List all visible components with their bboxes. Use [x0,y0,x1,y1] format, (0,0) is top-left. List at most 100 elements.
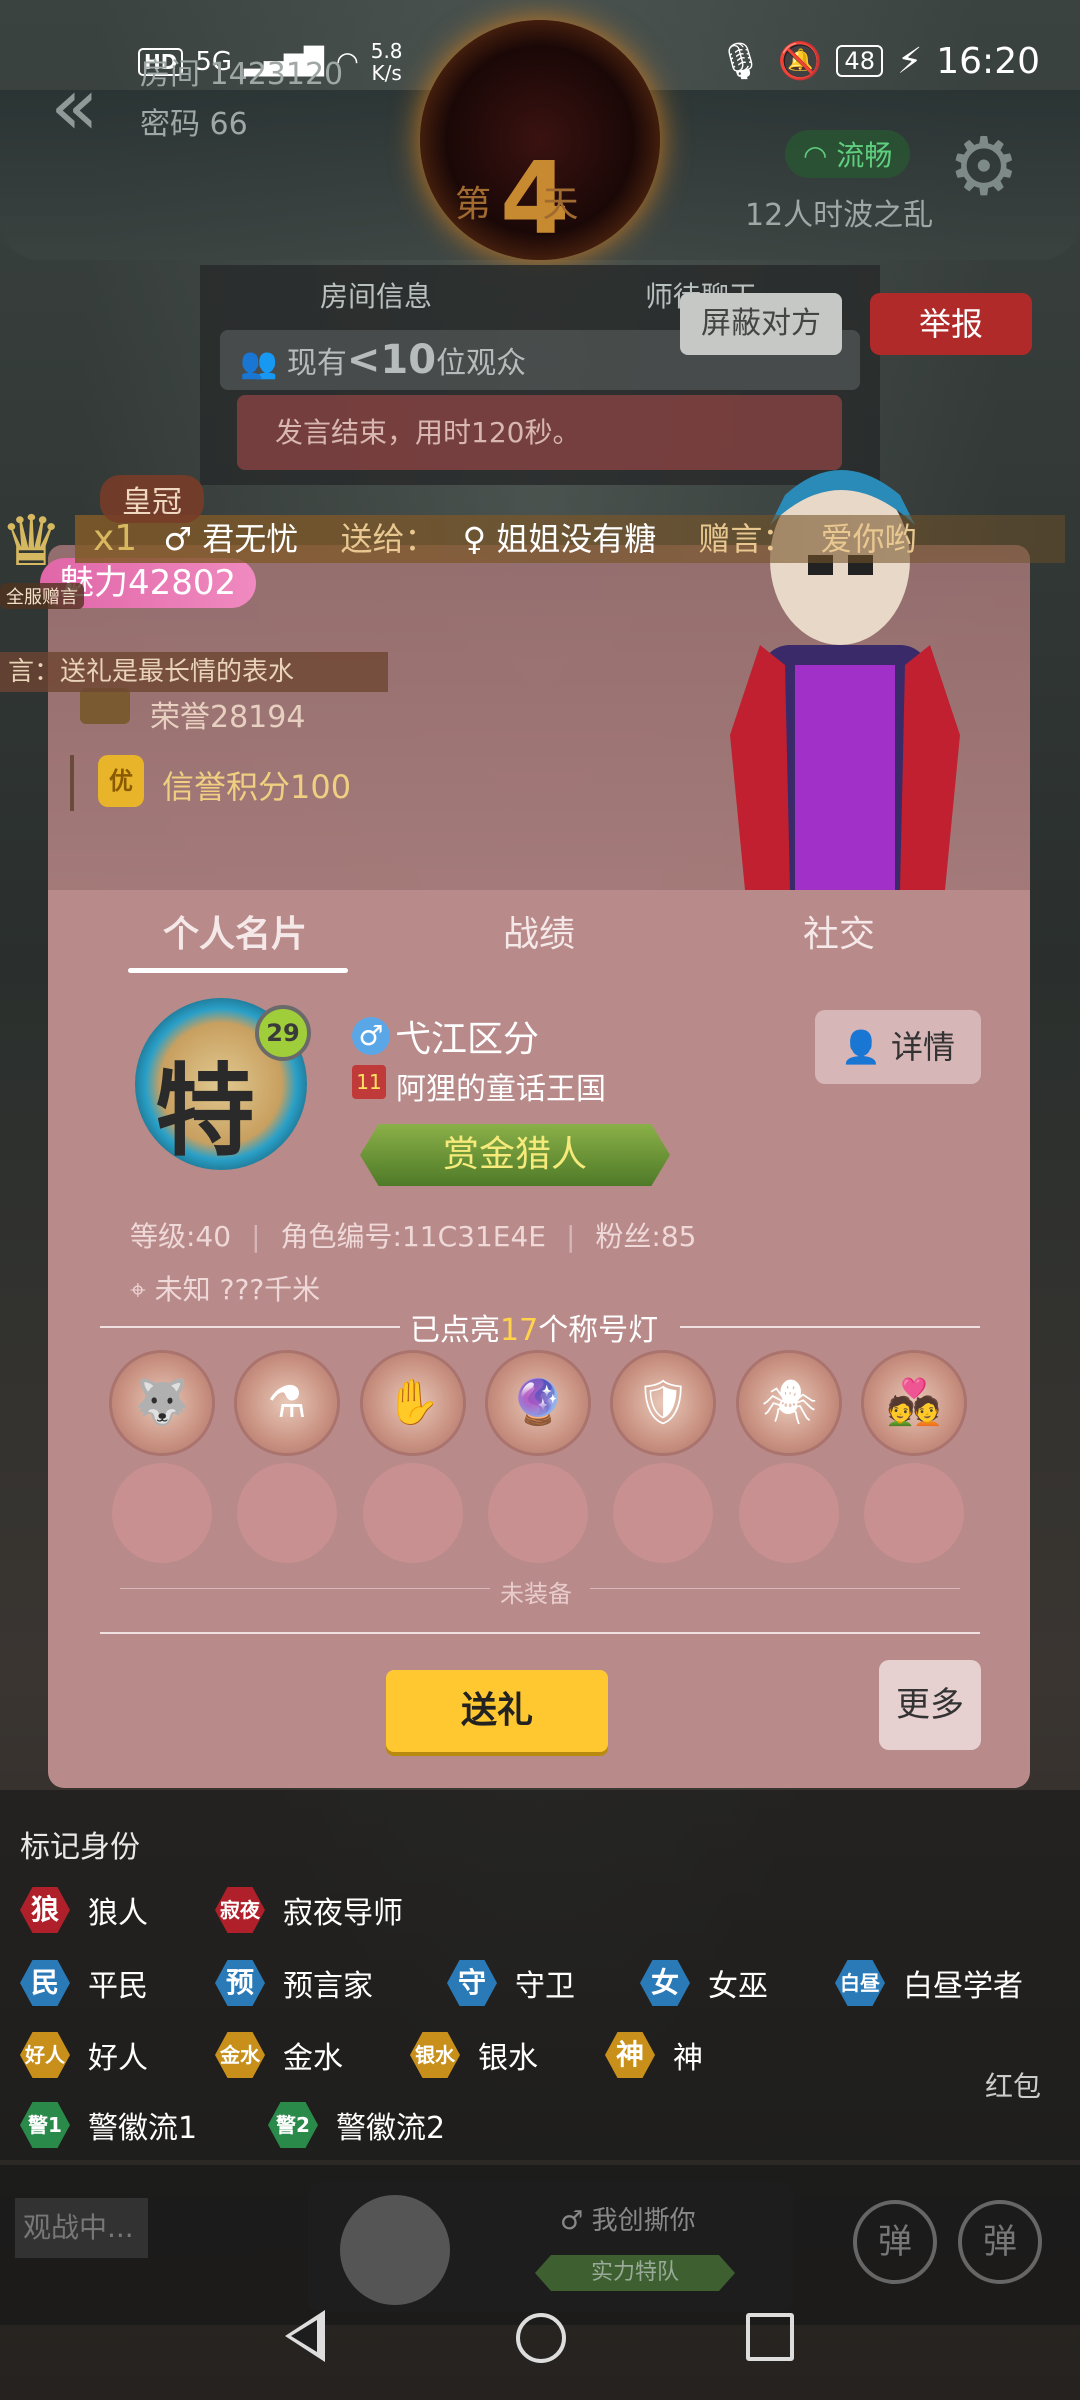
mark-identity-item[interactable]: 守守卫 [447,1958,593,2008]
tab-social[interactable]: 社交 [803,905,875,957]
player-avatar[interactable] [340,2195,450,2305]
network-speed: 5.8 K/s [370,39,403,85]
report-button[interactable]: 举报 [870,293,1032,355]
role-label: 好人 [88,2041,148,2076]
honor-score: 荣誉28194 [150,700,306,735]
mark-identity-item[interactable]: 白昼 白昼学者 [835,1958,1041,2008]
divider [100,1326,400,1328]
room-number: 房间 1423120 [140,57,344,92]
werewolf-badge-icon[interactable]: 🐺 [112,1353,212,1453]
empty-badge-slot[interactable] [112,1463,212,1563]
gift-banner: x1 ♂ 君无忧 送给： ♀ 姐姐没有糖 赠言： 爱你哟 [75,515,1065,563]
gift-multiplier: x1 [93,518,138,559]
username: 弋江区分 [395,1019,540,1060]
unequipped-label: 未装备 [500,1580,572,1608]
hand-badge-icon[interactable]: ✋ [363,1353,463,1453]
role-label: 警徽流1 [88,2111,198,2146]
role-hex-icon: 警1 [20,2102,70,2148]
profile-stats: 等级:40 | 角色编号:11C31E4E | 粉丝:85 [130,1220,697,1253]
details-button[interactable]: 👤 详情 [815,1010,981,1084]
role-hex-icon: 女 [640,1960,690,2006]
male-icon: ♂ [352,1017,390,1055]
room-info: 房间 1423120 密码 66 [140,50,343,150]
block-button[interactable]: 屏蔽对方 [680,293,842,355]
orb-badge-icon[interactable]: 🔮 [488,1353,588,1453]
role-hex-icon: 神 [605,2032,655,2078]
avatar-glyph: 特 [155,1052,255,1170]
role-label: 女巫 [708,1969,768,2004]
honor-icon [80,688,130,724]
role-label: 神 [673,2041,703,2076]
role-hex-icon: 警2 [268,2102,318,2148]
empty-badge-slot[interactable] [613,1463,713,1563]
guild-level-icon: 11 [352,1065,386,1099]
role-label: 金水 [283,2041,343,2076]
avatar-level-badge: 29 [255,1005,311,1061]
divider [100,1632,980,1634]
speech-end-message: 发言结束，用时120秒。 [237,395,842,470]
role-label: 寂夜导师 [283,1896,403,1931]
danmaku-button[interactable]: 弹 [853,2200,937,2284]
watching-status: 观战中... [15,2198,148,2258]
role-hex-icon: 狼 [20,1887,70,1933]
nav-recent-icon[interactable] [746,2313,794,2361]
player-level: 等级:40 [130,1220,232,1253]
role-hex-icon: 预 [215,1960,265,2006]
couple-badge-icon[interactable]: 💑 [864,1353,964,1453]
send-gift-button[interactable]: 送礼 [386,1670,608,1752]
mark-identity-item[interactable]: 民平民 [20,1958,166,2008]
location-info: ⌖ 未知 ???千米 [130,1273,321,1306]
role-hex-icon: 好人 [20,2032,70,2078]
mark-identity-item[interactable]: 好人 好人 [20,2030,166,2080]
guild-name[interactable]: 阿狸的童话王国 [396,1064,606,1108]
mark-identity-item[interactable]: 金水 金水 [215,2030,361,2080]
room-password: 密码 66 [140,107,248,142]
danmaku-toggle-button[interactable]: 弹 [958,2200,1042,2284]
mute-icon: 🔕 [777,41,823,82]
tab-record[interactable]: 战绩 [503,905,575,957]
mark-identity-item[interactable]: 银水 银水 [410,2030,556,2080]
fans-count: 粉丝:85 [595,1220,697,1253]
role-label: 警徽流2 [336,2111,446,2146]
mark-identity-item[interactable]: 预预言家 [215,1958,391,2008]
role-hex-icon: 金水 [215,2032,265,2078]
tab-room-info[interactable]: 房间信息 [320,275,432,315]
mark-identity-title: 标记身份 [20,1830,140,1865]
mark-identity-item[interactable]: 寂夜 寂夜导师 [215,1885,421,1935]
divider [120,1588,490,1589]
role-label: 银水 [478,2041,538,2076]
mark-identity-item[interactable]: 神神 [605,2030,721,2080]
empty-badge-slot[interactable] [864,1463,964,1563]
crown-tag: 皇冠 [100,475,204,523]
empty-badge-slot[interactable] [363,1463,463,1563]
gift-sender: ♂ 君无忧 [163,520,299,558]
back-icon[interactable]: « [50,60,99,153]
mark-identity-item[interactable]: 警2 警徽流2 [268,2100,463,2150]
viewers-icon: 👥 [240,346,278,381]
role-label: 守卫 [515,1969,575,2004]
role-id: 角色编号:11C31E4E [280,1220,546,1253]
role-hex-icon: 守 [447,1960,497,2006]
role-label: 预言家 [283,1969,373,2004]
bottom-player-team: 实力特队 [535,2255,735,2291]
potion-badge-icon[interactable]: ⚗ [237,1353,337,1453]
more-button[interactable]: 更多 [879,1660,981,1750]
role-label: 平民 [88,1969,148,2004]
gift-send-to: 送给： [340,520,437,558]
gift-message: 爱你哟 [820,520,917,558]
empty-badge-slot[interactable] [488,1463,588,1563]
nav-home-icon[interactable] [516,2313,566,2363]
tab-personal-card[interactable]: 个人名片 [163,905,307,957]
empty-badge-slot[interactable] [739,1463,839,1563]
mark-identity-item[interactable]: 警1 警徽流1 [20,2100,215,2150]
crown-icon: ♛ [0,500,63,582]
spider-badge-icon[interactable]: 🕷 [739,1353,839,1453]
gift-message-label: 赠言： [698,520,795,558]
empty-badge-slot[interactable] [237,1463,337,1563]
shield-sword-badge-icon[interactable]: 🛡 [613,1353,713,1453]
mark-identity-item[interactable]: 狼狼人 [20,1885,166,1935]
mark-identity-item[interactable]: 女女巫 [640,1958,786,2008]
gear-icon[interactable]: ⚙ [948,120,1020,213]
gift-receiver: ♀ 姐姐没有糖 [462,520,657,558]
red-packet-button[interactable]: 红包 [985,2065,1041,2105]
